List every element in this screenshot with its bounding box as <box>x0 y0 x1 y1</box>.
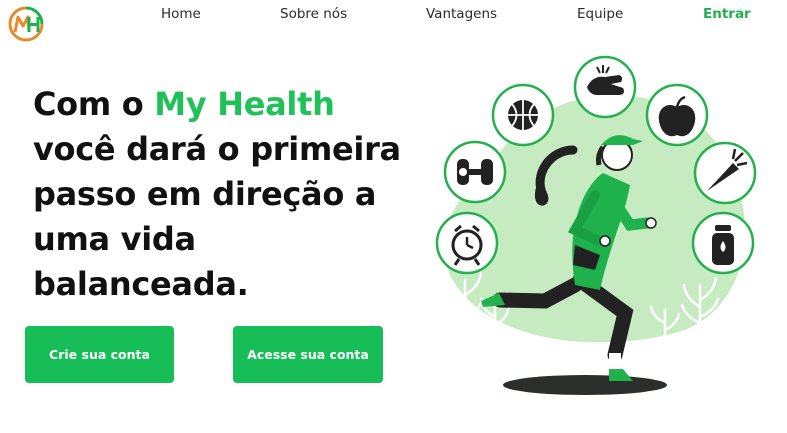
carrot-icon <box>693 141 757 205</box>
headline-prefix: Com o <box>33 85 155 123</box>
nav-advantages-link[interactable]: Vantagens <box>426 6 497 22</box>
runner-illustration <box>435 55 757 395</box>
clock-icon <box>435 211 499 275</box>
basketball-icon <box>491 83 555 147</box>
nav-login-link[interactable]: Entrar <box>703 6 751 22</box>
signup-button[interactable]: Crie sua conta <box>25 326 174 383</box>
login-button[interactable]: Acesse sua conta <box>233 326 383 383</box>
apple-icon <box>645 83 709 147</box>
brand-logo[interactable] <box>8 6 44 42</box>
headline-rest: você dará o primeira passo em direção a … <box>33 130 401 303</box>
headline-brand-name: My Health <box>154 85 335 123</box>
nav-team-link[interactable]: Equipe <box>577 6 623 22</box>
nav-about-link[interactable]: Sobre nós <box>280 6 347 22</box>
dumbbell-icon <box>443 140 507 204</box>
water-bottle-icon <box>691 211 755 275</box>
nav-home-link[interactable]: Home <box>161 6 201 22</box>
stretching-hands-icon <box>573 55 637 119</box>
hero-headline: Com o My Health você dará o primeira pass… <box>33 82 413 307</box>
